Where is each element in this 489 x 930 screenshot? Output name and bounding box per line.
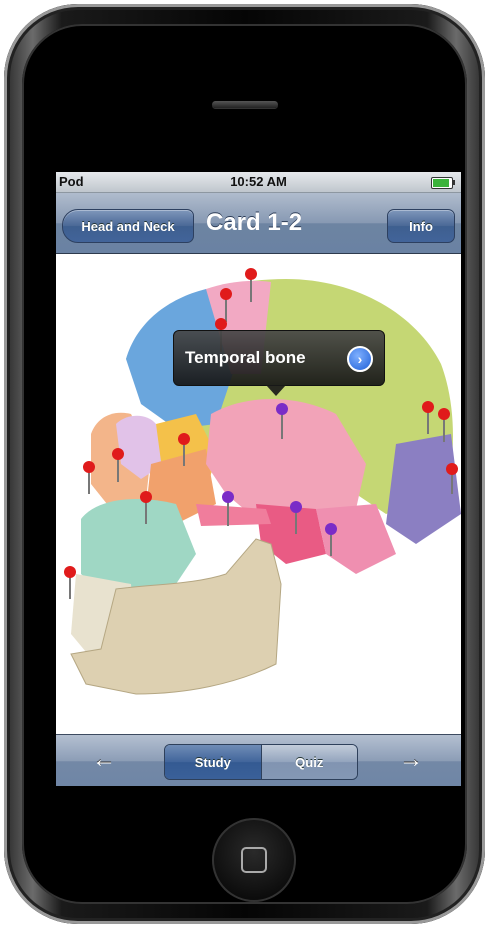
purple-pin[interactable] bbox=[325, 523, 337, 556]
pin-layer bbox=[64, 268, 458, 599]
page-title: Card 1-2 bbox=[206, 209, 303, 236]
red-pin[interactable] bbox=[422, 401, 434, 434]
red-pin[interactable] bbox=[64, 566, 76, 599]
callout-label: Temporal bone bbox=[185, 348, 306, 367]
status-bar: Pod 10:52 AM bbox=[56, 172, 461, 193]
label-callout[interactable]: Temporal bone › bbox=[173, 330, 385, 396]
status-time: 10:52 AM bbox=[230, 174, 287, 189]
bottom-toolbar: ← Study Quiz → bbox=[56, 734, 461, 786]
purple-pin[interactable] bbox=[290, 501, 302, 534]
navigation-bar: Head and Neck Card 1-2 Info bbox=[56, 193, 461, 254]
red-pin[interactable] bbox=[140, 491, 152, 524]
red-pin[interactable] bbox=[446, 463, 458, 494]
red-pin[interactable] bbox=[245, 268, 257, 302]
purple-pin[interactable] bbox=[276, 403, 288, 439]
red-pin[interactable] bbox=[438, 408, 450, 442]
red-pin[interactable] bbox=[83, 461, 95, 494]
study-quiz-segmented-control: Study Quiz bbox=[164, 744, 358, 780]
back-button[interactable]: Head and Neck bbox=[62, 209, 194, 243]
skull-illustration-area: Temporal bone › bbox=[56, 254, 461, 734]
next-card-arrow-icon[interactable]: → bbox=[391, 745, 431, 775]
previous-card-arrow-icon[interactable]: ← bbox=[84, 745, 124, 775]
app-screen: Pod 10:52 AM Head and Neck Card 1-2 Info bbox=[56, 172, 461, 786]
red-pin[interactable] bbox=[178, 433, 190, 466]
segment-study[interactable]: Study bbox=[165, 745, 262, 779]
battery-icon bbox=[431, 177, 455, 189]
info-button[interactable]: Info bbox=[387, 209, 455, 243]
red-pin[interactable] bbox=[112, 448, 124, 482]
home-square-icon bbox=[241, 847, 267, 873]
home-button[interactable] bbox=[212, 818, 296, 902]
segment-quiz[interactable]: Quiz bbox=[261, 745, 357, 779]
purple-pin[interactable] bbox=[222, 491, 234, 526]
red-pin[interactable] bbox=[220, 288, 232, 322]
disclosure-arrow-icon[interactable]: › bbox=[347, 346, 373, 372]
earpiece-speaker bbox=[212, 101, 278, 108]
